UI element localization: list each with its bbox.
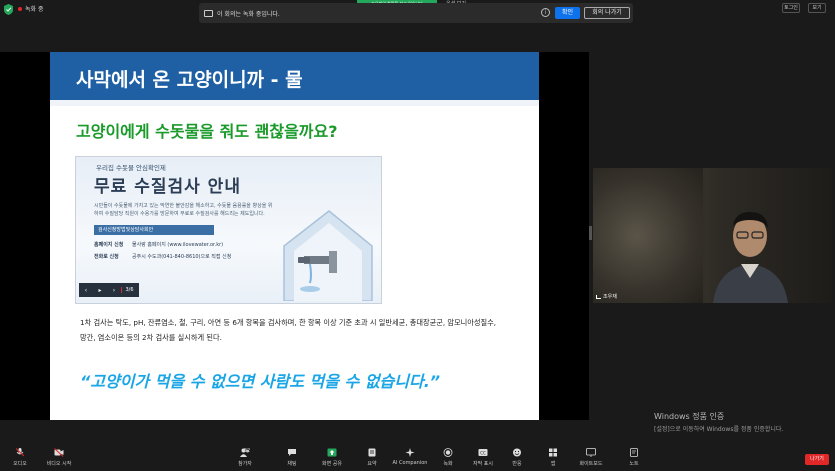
page-indicator: 3/6 (121, 287, 137, 293)
microphone-muted-icon (15, 448, 25, 457)
poster-row-homepage: 홈페이지 신청 물사랑 홈페이지 (www.ilovewater.or.kr) (94, 242, 224, 248)
top-bar: 녹화 중 조우재의 화면을 보고 있습니다 옵션 보기 ⌄ 이 회의는 녹화 중… (0, 0, 835, 23)
whiteboard-icon (586, 448, 596, 457)
recording-icon (204, 9, 213, 17)
slide-title: 사막에서 온 고양이니까 - 물 (76, 69, 303, 91)
signal-icon (596, 294, 601, 299)
participant-video-tile[interactable]: 조우재 (593, 168, 832, 303)
audio-button[interactable]: 오디오 (0, 448, 40, 467)
apps-button[interactable]: 앱 (533, 448, 573, 467)
poster-nav-controls: ‹ ▸ › 3/6 (79, 283, 139, 297)
reactions-button[interactable]: 반응 (497, 448, 537, 467)
ok-button[interactable]: 확인 (555, 7, 580, 19)
info-icon[interactable]: i (541, 8, 550, 17)
share-screen-button[interactable]: 화면 공유 (312, 448, 352, 467)
apps-icon (549, 448, 557, 457)
recording-indicator[interactable]: 녹화 중 (18, 4, 43, 13)
poster-small-title: 우리집 수돗물 안심확인제 (96, 164, 166, 172)
whiteboard-button[interactable]: 화이트보드 (571, 448, 611, 467)
prev-slide-button[interactable]: ‹ (79, 287, 93, 294)
fullscreen-button[interactable]: 보기 (808, 3, 826, 13)
notes-button[interactable]: 노트 (614, 448, 654, 467)
windows-activation-watermark: Windows 정품 인증 [설정]으로 이동하여 Windows를 정품 인증… (654, 411, 783, 433)
next-slide-button[interactable]: › (107, 287, 121, 294)
zoom-control-button[interactable]: 토그인 (782, 3, 800, 13)
windows-activation-title: Windows 정품 인증 (654, 412, 725, 421)
poster-big-title: 무료 수질검사 안내 (94, 177, 241, 197)
leave-button[interactable]: 나가기 (805, 454, 829, 465)
chat-icon (288, 449, 296, 456)
participant-silhouette (713, 212, 788, 303)
record-button[interactable]: 녹화 (428, 448, 468, 467)
record-icon (443, 448, 453, 457)
smiley-icon (513, 448, 521, 457)
participant-name-label: 조우재 (596, 293, 617, 300)
slide-quote: “고양이가 먹을 수 없으면 사람도 먹을 수 없습니다.” (80, 372, 441, 391)
house-faucet-illustration (283, 210, 373, 301)
recording-dot-icon (18, 6, 22, 11)
video-muted-icon (54, 448, 64, 457)
slide-header: 사막에서 온 고양이니까 - 물 (50, 52, 539, 106)
zoom-meeting-window: 녹화 중 조우재의 화면을 보고 있습니다 옵션 보기 ⌄ 이 회의는 녹화 중… (0, 0, 835, 471)
water-test-poster-image: 우리집 수돗물 안심확인제 무료 수질검사 안내 시민들이 수돗물에 가지고 있… (75, 156, 382, 304)
split-resize-handle[interactable] (589, 226, 592, 240)
share-screen-icon (327, 448, 337, 457)
recording-notice-bar: 이 회의는 녹화 중입니다. i 확인 회의 나가기 (199, 3, 633, 23)
poster-row-phone: 전화로 신청 공주시 수도과(041-840-8610)으로 직접 신청 (94, 254, 232, 260)
svg-text:CC: CC (480, 450, 486, 455)
leave-meeting-button[interactable]: 회의 나가기 (584, 7, 630, 19)
slide-subheading: 고양이에게 수돗물을 줘도 괜찮을까요? (76, 122, 338, 141)
notes-icon (630, 448, 638, 457)
poster-description: 시민들이 수돗물에 가지고 있는 막연한 불안감을 해소하고, 수돗물 음용률을… (94, 203, 273, 217)
slide-body-text: 1차 검사는 탁도, pH, 잔류염소, 철, 구리, 아연 등 6개 항목을 … (80, 318, 496, 342)
recording-notice-message: 이 회의는 녹화 중입니다. (217, 10, 280, 18)
summary-icon (368, 448, 376, 457)
shared-slide: 사막에서 온 고양이니까 - 물 고양이에게 수돗물을 줘도 괜찮을까요? 우리… (50, 52, 539, 420)
ai-companion-button[interactable]: AI Companion (390, 448, 430, 466)
poster-tag: 검사신청방법및상담사회안 (94, 225, 214, 235)
sparkle-icon (405, 448, 415, 457)
captions-icon: CC (478, 449, 488, 456)
summary-button[interactable]: 요약 (352, 448, 392, 467)
chat-button[interactable]: 채팅 (272, 448, 312, 467)
meeting-toolbar: 오디오 비디오 시작 참가자 32 채팅 화면 공유 요약 AI Compani… (0, 446, 835, 471)
shield-icon[interactable] (4, 4, 13, 15)
recording-label: 녹화 중 (25, 6, 44, 13)
windows-activation-message: [설정]으로 이동하여 Windows를 정품 인증합니다. (654, 426, 784, 433)
video-start-button[interactable]: 비디오 시작 (39, 448, 79, 467)
play-slide-button[interactable]: ▸ (93, 287, 107, 294)
participants-count: 32 (243, 448, 251, 454)
